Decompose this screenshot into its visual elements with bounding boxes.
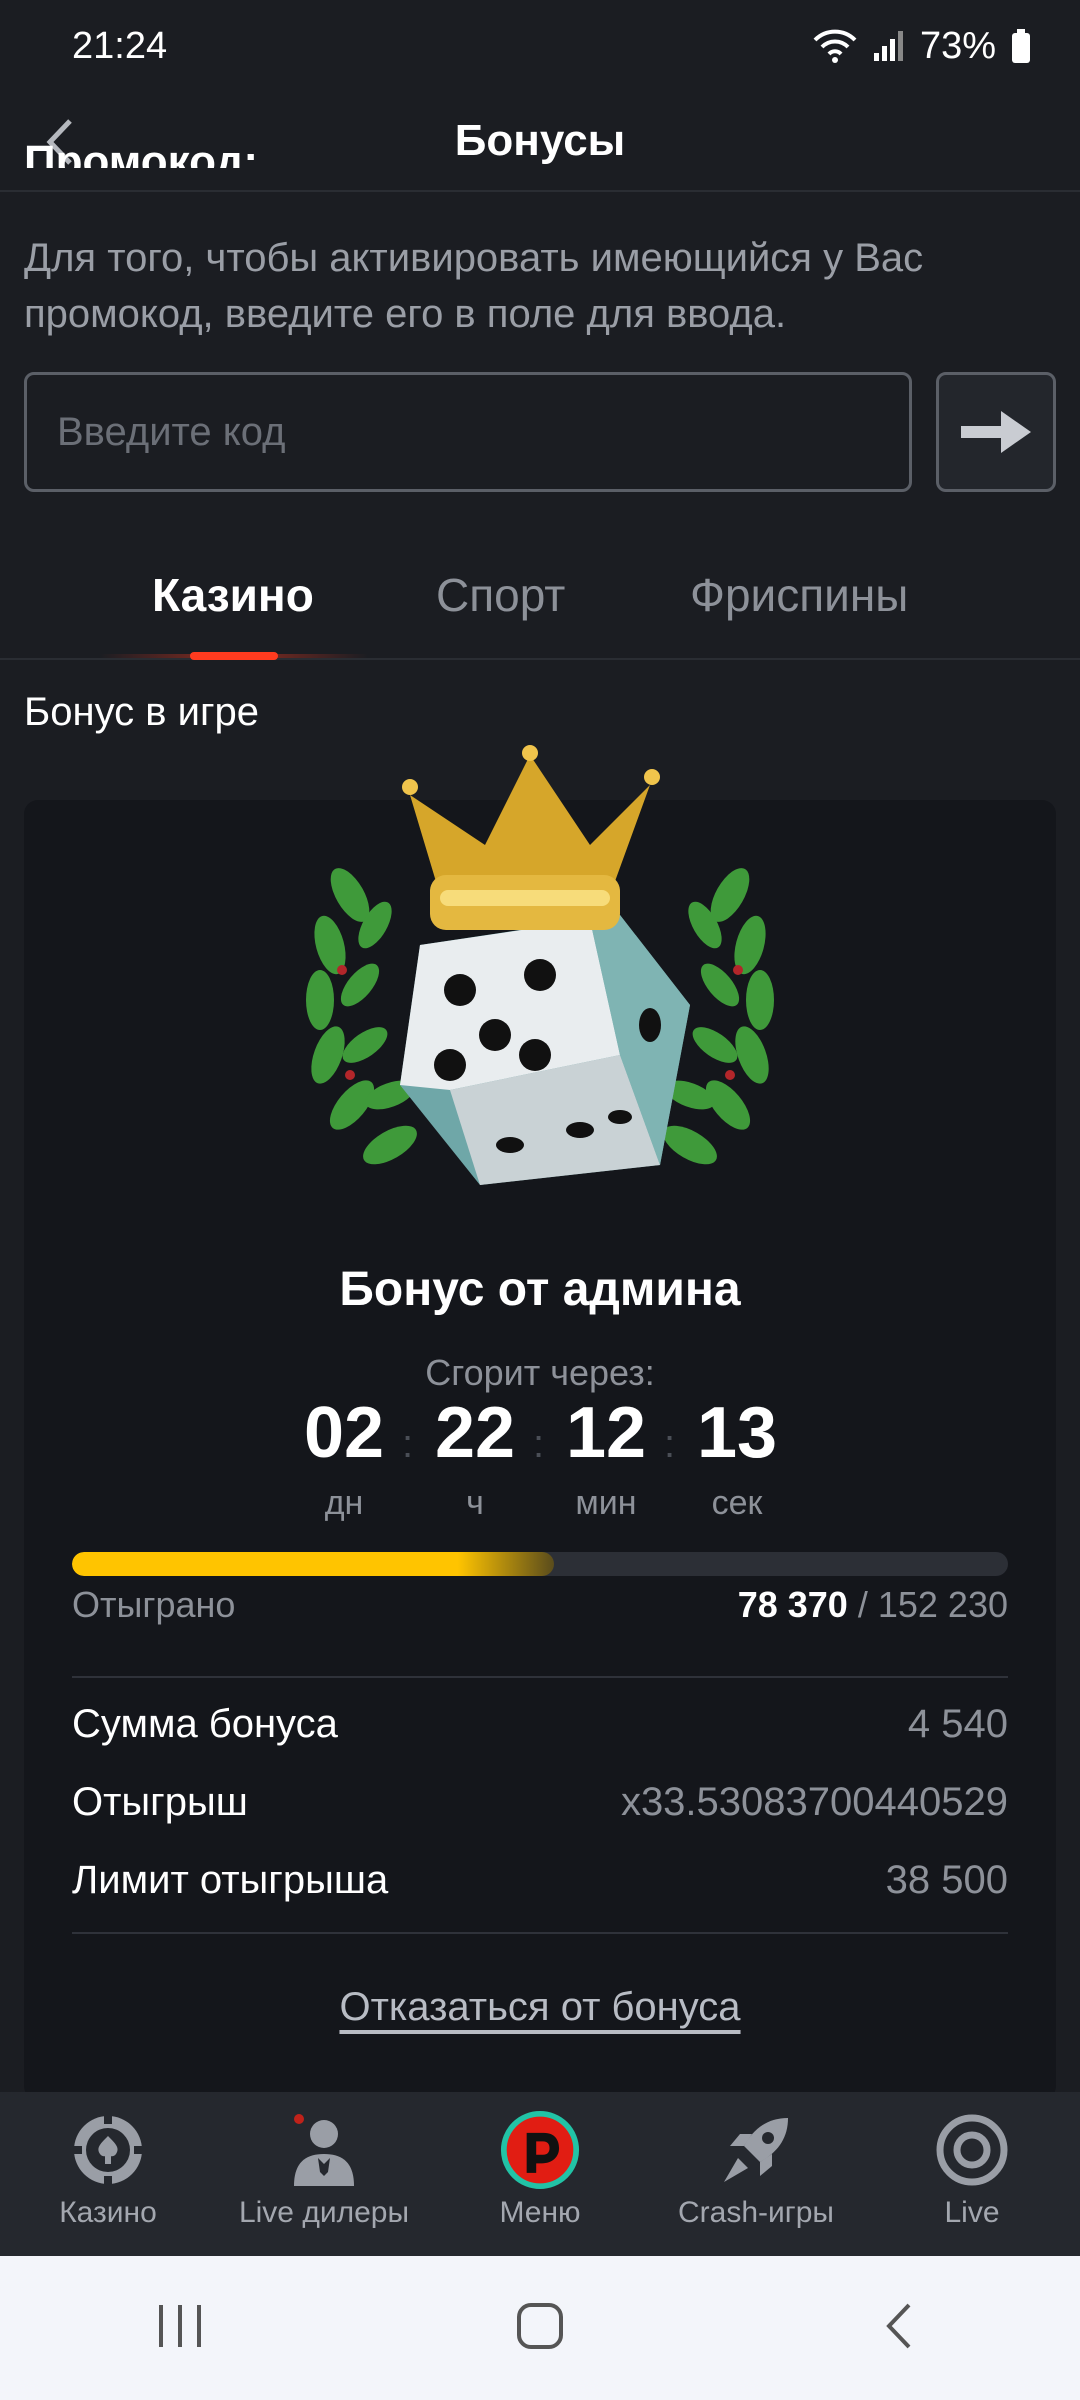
home-button[interactable]: [515, 2301, 565, 2356]
nav-item-menu[interactable]: Меню: [432, 2092, 648, 2256]
detail-value: x33.53083700440529: [620, 1780, 1008, 1824]
arrow-right-icon: [961, 411, 1031, 453]
status-icons: 73%: [812, 25, 1032, 68]
promo-code-input[interactable]: [24, 372, 912, 492]
crowned-dice-icon: [306, 745, 774, 1185]
page-title: Бонусы: [454, 116, 626, 165]
nav-item-live[interactable]: Live: [864, 2092, 1080, 2256]
system-nav-bar: [0, 2256, 1080, 2400]
progress-total: 152 230: [877, 1584, 1008, 1625]
nav-item-casino[interactable]: Казино: [0, 2092, 216, 2256]
detail-row-wager: Отыгрыш x33.53083700440529: [72, 1780, 1008, 1825]
bonus-name: Бонус от админа: [339, 1263, 741, 1316]
burn-label: Сгорит через:: [425, 1352, 655, 1393]
decline-bonus-button[interactable]: Отказаться от бонуса: [339, 1985, 740, 2029]
detail-value: 38 500: [885, 1858, 1008, 1902]
status-bar: 21:24 73%: [0, 0, 1080, 92]
wager-progress-fill: [72, 1552, 555, 1576]
countdown-hours: 22: [434, 1393, 516, 1473]
detail-label: Лимит отыгрыша: [72, 1858, 389, 1902]
back-arrow-icon: [886, 2303, 911, 2348]
detail-row-bonus-amount: Сумма бонуса 4 540: [72, 1702, 1008, 1747]
dealer-icon: [284, 2110, 364, 2190]
tab-active-indicator: [190, 652, 278, 660]
bonus-tabs: Казино Спорт Фриспины: [0, 540, 1080, 660]
nav-item-crash-games[interactable]: Crash-игры: [648, 2092, 864, 2256]
nav-label: Меню: [499, 2196, 581, 2229]
divider: [72, 1932, 1008, 1934]
promo-heading: Промокод:: [24, 137, 258, 168]
tab-freespins[interactable]: Фриспины: [690, 568, 908, 622]
recent-apps-button[interactable]: [155, 2301, 205, 2356]
progress-separator: /: [857, 1584, 868, 1625]
decline-bonus-link: Отказаться от бонуса: [0, 1985, 1080, 2030]
promo-description: Для того, чтобы активировать имеющийся у…: [24, 236, 924, 336]
countdown-seconds: 13: [696, 1393, 778, 1473]
detail-value: 4 540: [907, 1702, 1008, 1746]
nav-label: Казино: [59, 2196, 157, 2229]
nav-label: Live дилеры: [238, 2196, 410, 2229]
signal-icon: [872, 29, 906, 63]
countdown-hours-unit: ч: [466, 1484, 484, 1522]
detail-label: Сумма бонуса: [72, 1702, 338, 1746]
progress-current: 78 370: [737, 1584, 848, 1625]
countdown-seconds-unit: сек: [711, 1484, 763, 1522]
countdown-timer: 02 дн : 22 ч : 12 мин : 13 сек: [0, 1392, 1080, 1532]
countdown-minutes-unit: мин: [575, 1484, 637, 1522]
wager-progress-bar: [72, 1552, 1008, 1576]
section-title: Бонус в игре: [24, 690, 260, 734]
countdown-minutes: 12: [565, 1393, 647, 1473]
countdown-days: 02: [303, 1393, 385, 1473]
detail-row-wager-limit: Лимит отыгрыша 38 500: [72, 1858, 1008, 1903]
system-back-button[interactable]: [875, 2301, 925, 2356]
home-icon: [517, 2302, 563, 2349]
detail-label: Отыгрыш: [72, 1780, 248, 1824]
promo-submit-button[interactable]: [936, 372, 1056, 492]
tab-casino[interactable]: Казино: [152, 568, 314, 622]
countdown-days-unit: дн: [324, 1484, 364, 1522]
rocket-icon: [716, 2110, 796, 2190]
menu-logo-icon: [500, 2110, 580, 2190]
notification-dot: [294, 2114, 304, 2124]
progress-values: 78 370 / 152 230: [738, 1584, 1008, 1626]
status-time: 21:24: [72, 24, 168, 67]
casino-chip-icon: [68, 2110, 148, 2190]
bottom-nav: Казино Live дилеры Меню Crash-игры Live: [0, 2092, 1080, 2256]
nav-label: Crash-игры: [678, 2196, 834, 2229]
battery-percent: 73%: [919, 24, 996, 67]
nav-item-live-dealers[interactable]: Live дилеры: [216, 2092, 432, 2256]
tab-sport[interactable]: Спорт: [436, 568, 565, 622]
wifi-icon: [812, 28, 858, 64]
progress-label: Отыграно: [72, 1584, 236, 1625]
battery-icon: [1010, 28, 1032, 64]
recent-apps-icon: [159, 2304, 201, 2347]
divider: [72, 1676, 1008, 1678]
nav-label: Live: [944, 2196, 1000, 2229]
live-target-icon: [932, 2110, 1012, 2190]
